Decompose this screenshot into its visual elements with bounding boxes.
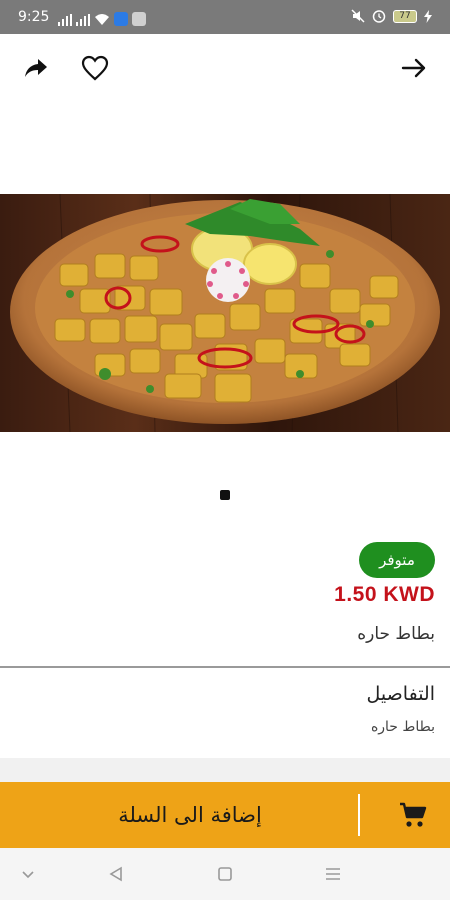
wifi-icon: [95, 14, 109, 25]
cart-icon: [400, 802, 427, 827]
status-left-icons: [58, 12, 146, 26]
system-nav-bar: [0, 848, 450, 900]
nav-home-button[interactable]: [213, 862, 237, 886]
top-toolbar: [0, 34, 450, 104]
nav-menu-button[interactable]: [321, 862, 345, 886]
status-bar: 9:25 77: [0, 0, 450, 34]
details-text: بطاط حاره: [370, 719, 435, 735]
share-icon: [25, 59, 47, 77]
availability-badge: متوفر: [359, 542, 435, 578]
bluetooth-icon: [114, 12, 128, 26]
cart-separator: [358, 794, 360, 836]
triangle-back-icon: [109, 866, 122, 882]
share-button[interactable]: [20, 52, 52, 84]
signal-icon: [58, 14, 72, 26]
potato-dish-illustration: [0, 194, 450, 432]
spacer-band: [0, 758, 450, 782]
product-price: 1.50 KWD: [334, 583, 435, 606]
add-to-cart-label: إضافة الى السلة: [118, 803, 262, 827]
menu-lines-icon: [326, 868, 340, 880]
status-right-icons: 77: [351, 9, 432, 23]
add-to-cart-button[interactable]: إضافة الى السلة: [0, 782, 450, 848]
chevron-down-icon: [22, 871, 34, 879]
favorite-button[interactable]: [79, 52, 111, 84]
nav-back-button[interactable]: [104, 862, 128, 886]
section-divider: [0, 666, 450, 668]
battery-icon: 77: [393, 9, 417, 23]
charging-icon: [424, 9, 432, 23]
signal-2-icon: [76, 14, 90, 26]
mute-icon: [351, 9, 365, 23]
app-notification-icon: [132, 12, 146, 26]
image-pager-dot[interactable]: [220, 490, 230, 500]
arrow-right-icon: [401, 58, 426, 78]
square-home-icon: [218, 867, 232, 881]
alarm-icon: [372, 10, 386, 23]
details-heading: التفاصيل: [366, 683, 435, 705]
product-name: بطاط حاره: [357, 624, 435, 644]
nav-hide-button[interactable]: [16, 862, 40, 886]
product-image[interactable]: [0, 194, 450, 432]
status-time: 9:25: [18, 9, 50, 25]
heart-icon: [81, 55, 109, 81]
back-button[interactable]: [398, 52, 430, 84]
